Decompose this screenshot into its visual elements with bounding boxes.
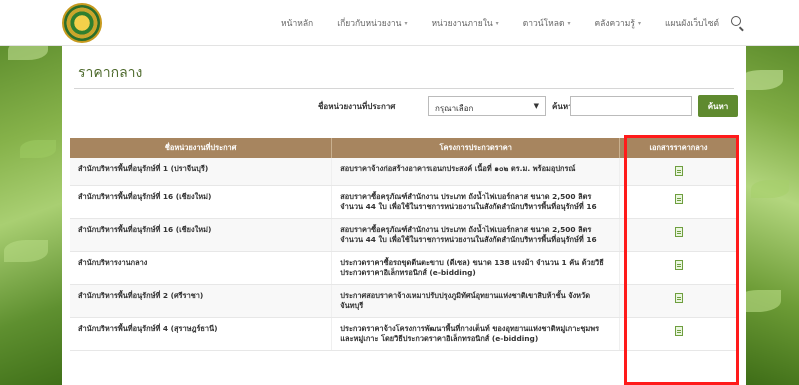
chevron-down-icon: ▼ <box>533 102 539 110</box>
chevron-down-icon: ▾ <box>495 19 499 27</box>
nav-item-download[interactable]: ดาวน์โหลด ▾ <box>511 16 583 30</box>
document-icon[interactable] <box>674 259 683 270</box>
table-row: สำนักบริหารพื้นที่อนุรักษ์ที่ 16 (เชียงใ… <box>70 185 738 219</box>
agency-cell: สำนักบริหารงานกลาง <box>70 251 333 285</box>
nav-item-label: แผนผังเว็บไซต์ <box>664 19 719 29</box>
site-logo[interactable] <box>62 3 102 43</box>
main-content-panel: ราคากลาง ชื่อหน่วยงานที่ประกาศ กรุณาเลือ… <box>62 46 746 385</box>
table-row: สำนักบริหารพื้นที่อนุรักษ์ที่ 4 (สุราษฎร… <box>70 317 738 351</box>
column-header-document: เอกสารราคากลาง <box>619 138 738 158</box>
nav-item-home[interactable]: หน้าหลัก <box>269 16 325 30</box>
top-navbar: หน้าหลัก เกี่ยวกับหน่วยงาน ▾ หน่วยงานภายใ… <box>0 0 799 46</box>
document-cell <box>619 158 738 186</box>
nav-item-label: เกี่ยวกับหน่วยงาน <box>337 19 402 29</box>
table-row: สำนักบริหารพื้นที่อนุรักษ์ที่ 2 (ศรีราชา… <box>70 284 738 318</box>
column-header-project: โครงการประกวดราคา <box>331 138 621 158</box>
agency-cell: สำนักบริหารพื้นที่อนุรักษ์ที่ 16 (เชียงใ… <box>70 185 333 219</box>
agency-cell: สำนักบริหารพื้นที่อนุรักษ์ที่ 4 (สุราษฎร… <box>70 317 333 351</box>
document-icon[interactable] <box>674 166 683 176</box>
document-cell <box>619 317 738 351</box>
price-table: ชื่อหน่วยงานที่ประกาศ โครงการประกวดราคา … <box>70 138 738 351</box>
title-divider <box>74 88 734 89</box>
project-cell: สอบราคาซื้อครุภัณฑ์สำนักงาน ประเภท ถังน้… <box>331 185 621 219</box>
project-cell: ประกวดราคาซื้อรถขุดตีนตะขาบ (ดีเซล) ขนาด… <box>331 251 621 285</box>
search-input[interactable] <box>570 96 692 116</box>
main-nav: หน้าหลัก เกี่ยวกับหน่วยงาน ▾ หน่วยงานภายใ… <box>269 0 731 46</box>
agency-select[interactable]: กรุณาเลือก ▼ <box>428 96 546 116</box>
search-icon[interactable] <box>731 16 741 26</box>
project-cell: ประกาศสอบราคาจ้างเหมาปรับปรุงภูมิทัศน์อุ… <box>331 284 621 318</box>
document-cell <box>619 218 738 252</box>
document-icon[interactable] <box>674 292 683 303</box>
document-cell <box>619 185 738 219</box>
nav-item-knowledge[interactable]: คลังความรู้ ▾ <box>582 16 652 30</box>
agency-filter-label: ชื่อหน่วยงานที่ประกาศ <box>318 102 396 111</box>
table-row: สำนักบริหารพื้นที่อนุรักษ์ที่ 16 (เชียงใ… <box>70 218 738 252</box>
filter-row: ชื่อหน่วยงานที่ประกาศ กรุณาเลือก ▼ ค้นหา… <box>62 94 746 118</box>
leaf-decoration <box>20 140 56 158</box>
table-header-row: ชื่อหน่วยงานที่ประกาศ โครงการประกวดราคา … <box>70 138 738 158</box>
nav-item-label: หน้าหลัก <box>281 19 314 29</box>
page-title: ราคากลาง <box>78 65 143 81</box>
left-leaf-background <box>0 0 70 385</box>
leaf-decoration <box>4 240 48 262</box>
nav-item-label: หน่วยงานภายใน <box>431 19 493 29</box>
nav-item-about[interactable]: เกี่ยวกับหน่วยงาน ▾ <box>325 16 419 30</box>
project-cell: ประกวดราคาจ้างโครงการพัฒนาพื้นที่กางเต็น… <box>331 317 621 351</box>
nav-item-label: คลังความรู้ <box>594 19 635 29</box>
leaf-decoration <box>751 180 789 198</box>
chevron-down-icon: ▾ <box>567 19 571 27</box>
chevron-down-icon: ▾ <box>637 19 641 27</box>
nav-item-internal-units[interactable]: หน่วยงานภายใน ▾ <box>419 16 510 30</box>
document-icon[interactable] <box>674 325 683 336</box>
document-cell <box>619 251 738 285</box>
table-row: สำนักบริหารพื้นที่อนุรักษ์ที่ 1 (ปราจีนบ… <box>70 158 738 186</box>
agency-cell: สำนักบริหารพื้นที่อนุรักษ์ที่ 16 (เชียงใ… <box>70 218 333 252</box>
project-cell: สอบราคาซื้อครุภัณฑ์สำนักงาน ประเภท ถังน้… <box>331 218 621 252</box>
search-button[interactable]: ค้นหา <box>698 95 738 117</box>
project-cell: สอบราคาจ้างก่อสร้างอาคารเอนกประสงค์ เนื้… <box>331 158 621 186</box>
document-icon[interactable] <box>674 193 683 204</box>
nav-item-label: ดาวน์โหลด <box>522 19 565 29</box>
document-cell <box>619 284 738 318</box>
chevron-down-icon: ▾ <box>404 19 408 27</box>
column-header-agency: ชื่อหน่วยงานที่ประกาศ <box>70 138 333 158</box>
agency-cell: สำนักบริหารพื้นที่อนุรักษ์ที่ 2 (ศรีราชา… <box>70 284 333 318</box>
agency-select-value: กรุณาเลือก <box>435 104 474 113</box>
nav-item-sitemap[interactable]: แผนผังเว็บไซต์ <box>653 16 731 30</box>
document-icon[interactable] <box>674 226 683 237</box>
agency-cell: สำนักบริหารพื้นที่อนุรักษ์ที่ 1 (ปราจีนบ… <box>70 158 333 186</box>
table-row: สำนักบริหารงานกลาง ประกวดราคาซื้อรถขุดตี… <box>70 251 738 285</box>
